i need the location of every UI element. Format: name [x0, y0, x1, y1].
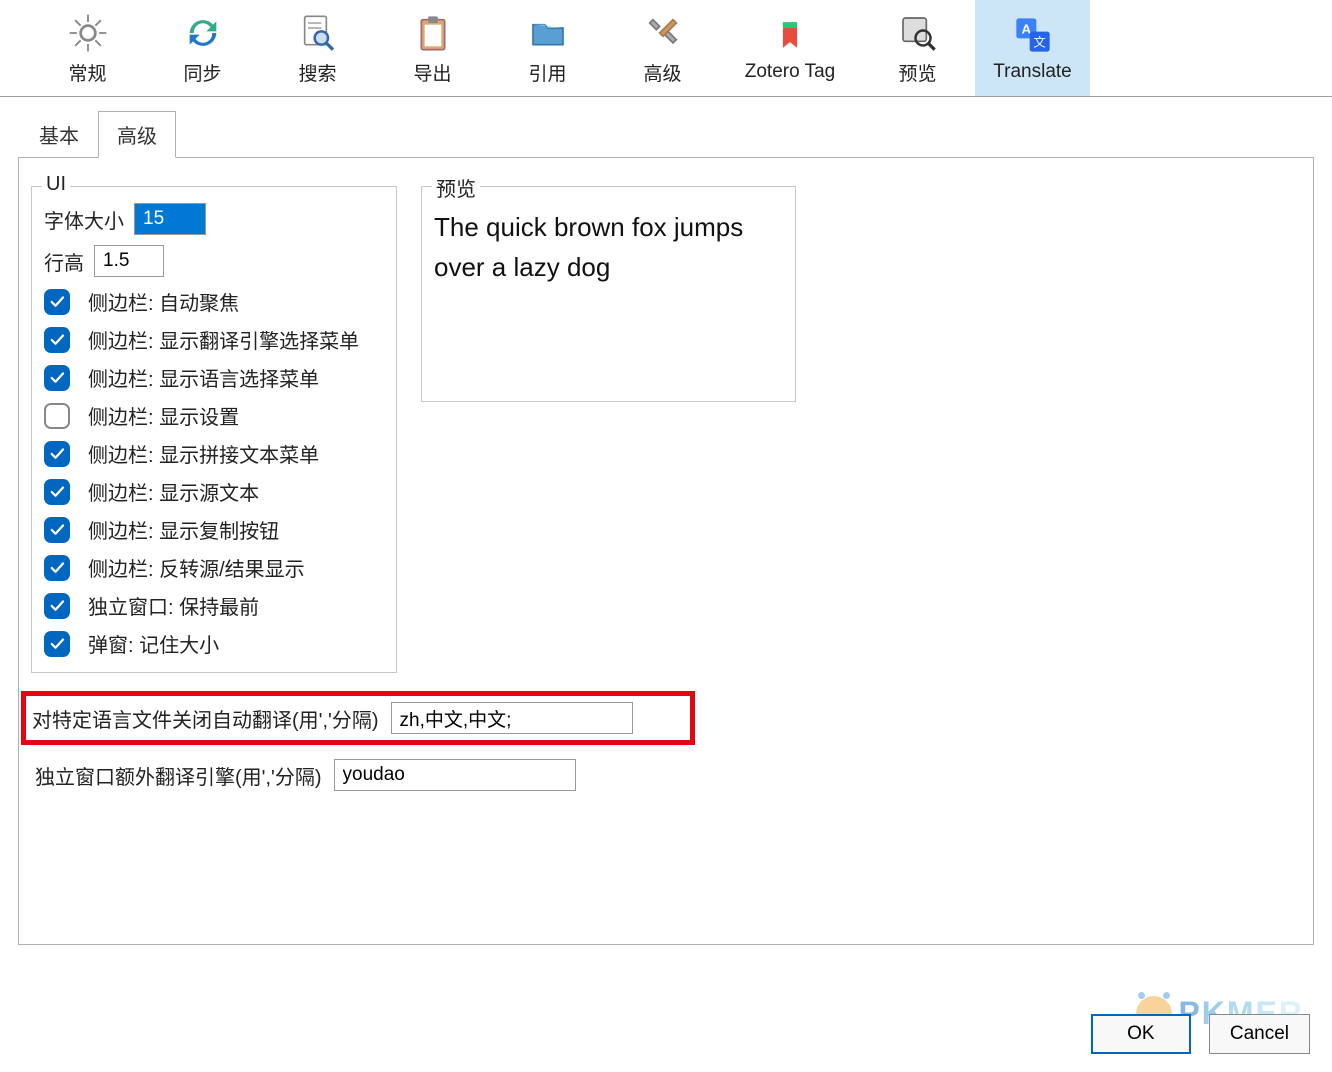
- toolbar-cite[interactable]: 引用: [490, 0, 605, 96]
- settings-tabs: 基本 高级: [0, 97, 1332, 158]
- svg-text:文: 文: [1033, 35, 1046, 50]
- checkbox[interactable]: [44, 365, 70, 391]
- checkbox[interactable]: [44, 593, 70, 619]
- toolbar-label: 高级: [643, 59, 681, 86]
- checkbox[interactable]: [44, 517, 70, 543]
- toolbar-label: 引用: [528, 59, 566, 86]
- toolbar-label: 导出: [413, 59, 451, 86]
- settings-panel: UI 字体大小 行高 侧边栏: 自动聚焦侧边栏: 显示翻译引擎选择菜单侧边栏: …: [18, 157, 1314, 945]
- cancel-button[interactable]: Cancel: [1209, 1014, 1310, 1054]
- toolbar-search[interactable]: 搜索: [260, 0, 375, 96]
- preview-group: 预览 The quick brown fox jumps over a lazy…: [421, 186, 796, 402]
- check-row: 侧边栏: 显示拼接文本菜单: [44, 439, 384, 468]
- toolbar-export[interactable]: 导出: [375, 0, 490, 96]
- extra-engines-label: 独立窗口额外翻译引擎(用','分隔): [35, 761, 322, 790]
- check-row: 侧边栏: 显示翻译引擎选择菜单: [44, 325, 384, 354]
- checkbox[interactable]: [44, 403, 70, 429]
- tab-advanced[interactable]: 高级: [98, 111, 176, 158]
- translate-icon: A文: [1011, 13, 1055, 57]
- preview-magnify-icon: [896, 11, 940, 55]
- check-label: 侧边栏: 显示翻译引擎选择菜单: [88, 325, 359, 354]
- font-size-input[interactable]: [134, 203, 206, 235]
- search-doc-icon: [296, 11, 340, 55]
- toolbar-translate[interactable]: A文 Translate: [975, 0, 1090, 96]
- check-label: 侧边栏: 显示设置: [88, 401, 239, 430]
- clipboard-icon: [411, 11, 455, 55]
- check-row: 侧边栏: 显示复制按钮: [44, 515, 384, 544]
- checkbox[interactable]: [44, 289, 70, 315]
- checkbox[interactable]: [44, 327, 70, 353]
- line-height-input[interactable]: [94, 245, 164, 277]
- toolbar-label: 预览: [898, 59, 936, 86]
- checkbox[interactable]: [44, 479, 70, 505]
- tools-icon: [641, 11, 685, 55]
- extra-engines-input[interactable]: [334, 759, 576, 791]
- toolbar-sync[interactable]: 同步: [145, 0, 260, 96]
- ok-button[interactable]: OK: [1091, 1014, 1191, 1054]
- toolbar-label: 常规: [68, 59, 106, 86]
- font-size-label: 字体大小: [44, 205, 124, 234]
- folder-icon: [526, 11, 570, 55]
- extra-engines-row: 独立窗口额外翻译引擎(用','分隔): [31, 759, 1301, 791]
- check-label: 独立窗口: 保持最前: [88, 591, 259, 620]
- check-label: 侧边栏: 显示复制按钮: [88, 515, 279, 544]
- sync-icon: [181, 11, 225, 55]
- check-row: 侧边栏: 显示语言选择菜单: [44, 363, 384, 392]
- check-row: 弹窗: 记住大小: [44, 629, 384, 658]
- checkbox[interactable]: [44, 631, 70, 657]
- line-height-label: 行高: [44, 247, 84, 276]
- toolbar-label: 同步: [183, 59, 221, 86]
- disable-langs-label: 对特定语言文件关闭自动翻译(用','分隔): [32, 704, 379, 733]
- check-label: 侧边栏: 自动聚焦: [88, 287, 239, 316]
- check-row: 独立窗口: 保持最前: [44, 591, 384, 620]
- checkbox[interactable]: [44, 441, 70, 467]
- preview-text: The quick brown fox jumps over a lazy do…: [434, 203, 783, 292]
- check-label: 弹窗: 记住大小: [88, 629, 219, 658]
- check-label: 侧边栏: 显示源文本: [88, 477, 259, 506]
- toolbar-zoterotag[interactable]: Zotero Tag: [720, 0, 860, 96]
- preview-legend: 预览: [432, 173, 480, 202]
- check-row: 侧边栏: 反转源/结果显示: [44, 553, 384, 582]
- checkbox[interactable]: [44, 555, 70, 581]
- gear-icon: [66, 11, 110, 55]
- ui-checklist: 侧边栏: 自动聚焦侧边栏: 显示翻译引擎选择菜单侧边栏: 显示语言选择菜单侧边栏…: [44, 287, 384, 658]
- check-row: 侧边栏: 显示设置: [44, 401, 384, 430]
- toolbar-preview[interactable]: 预览: [860, 0, 975, 96]
- check-row: 侧边栏: 显示源文本: [44, 477, 384, 506]
- check-label: 侧边栏: 显示语言选择菜单: [88, 363, 319, 392]
- toolbar-general[interactable]: 常规: [30, 0, 145, 96]
- disable-langs-input[interactable]: [391, 702, 633, 734]
- toolbar-label: Zotero Tag: [745, 61, 835, 83]
- ui-legend: UI: [42, 173, 70, 196]
- check-label: 侧边栏: 反转源/结果显示: [88, 553, 305, 582]
- ui-group: UI 字体大小 行高 侧边栏: 自动聚焦侧边栏: 显示翻译引擎选择菜单侧边栏: …: [31, 186, 397, 673]
- toolbar-advanced[interactable]: 高级: [605, 0, 720, 96]
- check-row: 侧边栏: 自动聚焦: [44, 287, 384, 316]
- bookmark-icon: [768, 13, 812, 57]
- disable-langs-row: 对特定语言文件关闭自动翻译(用','分隔): [21, 691, 695, 745]
- toolbar-label: 搜索: [298, 59, 336, 86]
- dialog-footer: OK Cancel: [1091, 1014, 1310, 1054]
- preferences-toolbar: 常规 同步 搜索 导出 引用 高级 Zotero Tag: [0, 0, 1332, 97]
- check-label: 侧边栏: 显示拼接文本菜单: [88, 439, 319, 468]
- tab-basic[interactable]: 基本: [20, 111, 98, 158]
- toolbar-label: Translate: [993, 61, 1072, 83]
